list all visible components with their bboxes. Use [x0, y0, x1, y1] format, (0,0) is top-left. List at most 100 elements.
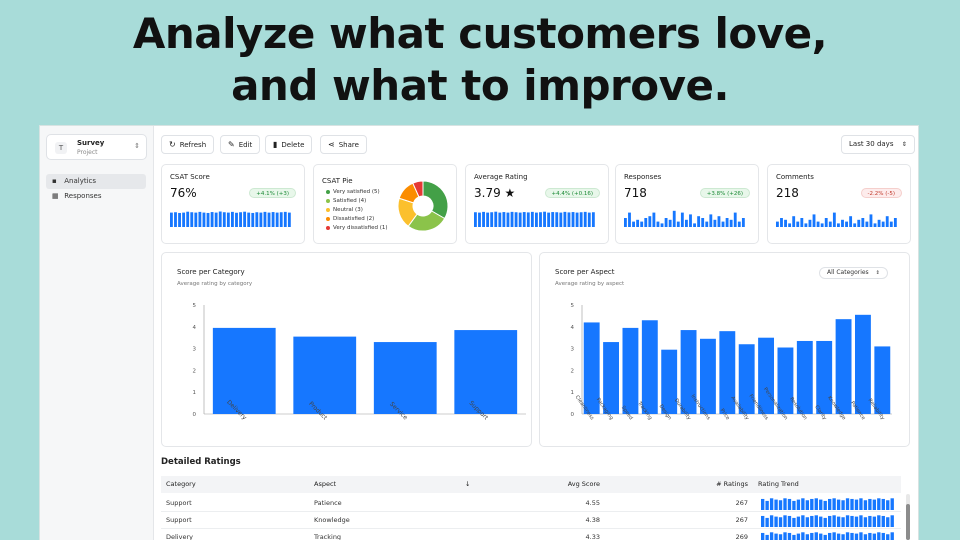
sparkline-bar	[579, 212, 583, 227]
column-header-aspect[interactable]: Aspect	[314, 476, 336, 493]
kpi-value: 218	[776, 186, 799, 200]
sparkline-bar	[482, 211, 485, 227]
trend-bar	[819, 516, 823, 527]
sort-arrow-down-icon[interactable]: ↓	[465, 476, 470, 493]
sparkline-bar	[837, 223, 840, 227]
sparkline-bar	[676, 221, 680, 227]
trend-bar	[805, 517, 810, 527]
trash-icon: ▮	[273, 140, 278, 149]
trend-bar	[832, 498, 836, 510]
chart-subtitle: Average rating by category	[177, 281, 253, 287]
trend-bar	[778, 517, 783, 527]
table-row[interactable]: Support Patience 4.55 267	[161, 495, 901, 512]
share-label: Share	[338, 141, 359, 149]
sparkline-bar	[210, 212, 214, 227]
kpi-delta-badge: +4.4% (+0.16)	[544, 188, 600, 198]
sparkline-bar	[713, 219, 717, 227]
legend-label: Satisfied (4)	[333, 198, 367, 204]
y-tick-label: 2	[571, 368, 575, 374]
sparkline-bar	[575, 212, 579, 227]
table-row[interactable]: Delivery Tracking 4.33 269	[161, 529, 901, 540]
section-title-detailed-ratings: Detailed Ratings	[161, 457, 241, 467]
scrollbar-thumb[interactable]	[906, 504, 910, 540]
bar	[622, 327, 639, 414]
delete-button[interactable]: ▮ Delete	[265, 135, 313, 154]
trend-bar	[761, 515, 765, 527]
delete-label: Delete	[281, 141, 305, 149]
sparkline-bar	[267, 212, 271, 227]
sparkline-bar	[865, 221, 869, 227]
trend-bar	[814, 515, 818, 527]
trend-bar	[886, 517, 890, 527]
date-range-label: Last 30 days	[849, 140, 894, 148]
trend-bar	[823, 500, 827, 510]
column-header-ratings[interactable]: # Ratings	[716, 476, 748, 493]
sparkline-bar	[551, 212, 555, 227]
trend-bar	[845, 515, 850, 527]
share-button[interactable]: ⋖ Share	[320, 135, 367, 154]
trend-bar	[787, 515, 792, 527]
column-header-avg-score[interactable]: Avg Score	[568, 476, 600, 493]
trend-bar	[877, 498, 881, 510]
trend-bar	[850, 532, 854, 540]
column-header-category[interactable]: Category	[166, 476, 196, 493]
trend-bar	[823, 534, 827, 540]
table-scrollbar[interactable]	[906, 494, 910, 540]
project-switcher[interactable]: T Survey Project ⇕	[46, 134, 147, 160]
kpi-title: Comments	[776, 173, 814, 181]
trend-bar	[890, 498, 894, 510]
date-range-select[interactable]: Last 30 days ⇕	[841, 135, 915, 154]
sparkline-bar	[486, 212, 490, 227]
sparkline-bar	[816, 221, 820, 227]
sparkline-bar	[853, 223, 857, 227]
chart-subtitle: Average rating by aspect	[555, 281, 625, 287]
sparkline-bar	[198, 211, 202, 227]
sparkline-bar	[478, 212, 481, 227]
column-header-rating-trend[interactable]: Rating Trend	[758, 476, 799, 493]
sparkline-bar	[222, 212, 226, 227]
sparkline-bar	[828, 221, 832, 227]
chart-title: Score per Aspect	[555, 268, 615, 276]
sparkline-bar	[571, 212, 575, 227]
sparkline-bar	[680, 212, 684, 227]
sidebar-item-responses[interactable]: ▦ Responses	[46, 189, 146, 204]
bar	[641, 320, 658, 414]
edit-label: Edit	[238, 141, 253, 149]
sparkline-bar	[885, 216, 889, 227]
sparkline-bar	[800, 218, 804, 227]
trend-bar	[792, 534, 796, 540]
csat-donut-chart	[397, 180, 449, 232]
category-filter-select[interactable]: All Categories ⇕	[819, 267, 888, 279]
aspect-chart-panel: Score per Aspect Average rating by aspec…	[539, 252, 910, 447]
sparkline-bar	[235, 212, 238, 227]
trend-bar	[796, 499, 801, 510]
cell-ratings: 269	[735, 533, 748, 540]
sparkline-bar	[877, 219, 881, 227]
pie-legend-item: Satisfied (4)	[326, 198, 366, 204]
sparkline-bar	[636, 219, 640, 227]
trend-bar	[805, 534, 810, 540]
sparkline-bar	[239, 212, 242, 227]
sparkline-bar	[881, 221, 885, 227]
sparkline-bar	[174, 212, 177, 227]
edit-button[interactable]: ✎ Edit	[220, 135, 261, 154]
sparkline-bar	[218, 211, 222, 227]
sparkline-bar	[784, 219, 787, 227]
refresh-button[interactable]: ↻ Refresh	[161, 135, 215, 154]
sparkline-bar	[857, 219, 861, 227]
sparkline-bar	[889, 221, 893, 227]
sparkline-bar	[672, 210, 676, 227]
sidebar-item-analytics[interactable]: ▪ Analytics	[46, 174, 146, 189]
table-row[interactable]: Support Knowledge 4.38 267	[161, 512, 901, 529]
trend-bar	[819, 499, 823, 510]
y-tick-label: 5	[193, 303, 197, 309]
trend-bar	[787, 532, 792, 540]
bar	[699, 338, 716, 414]
chevron-updown-icon: ⇕	[875, 270, 880, 276]
y-tick-label: 1	[193, 390, 197, 396]
cell-avg-score: 4.55	[585, 499, 600, 507]
trend-bar	[801, 532, 805, 540]
cell-aspect: Knowledge	[314, 516, 350, 524]
trend-bar	[769, 515, 774, 527]
trend-bar	[836, 533, 841, 540]
